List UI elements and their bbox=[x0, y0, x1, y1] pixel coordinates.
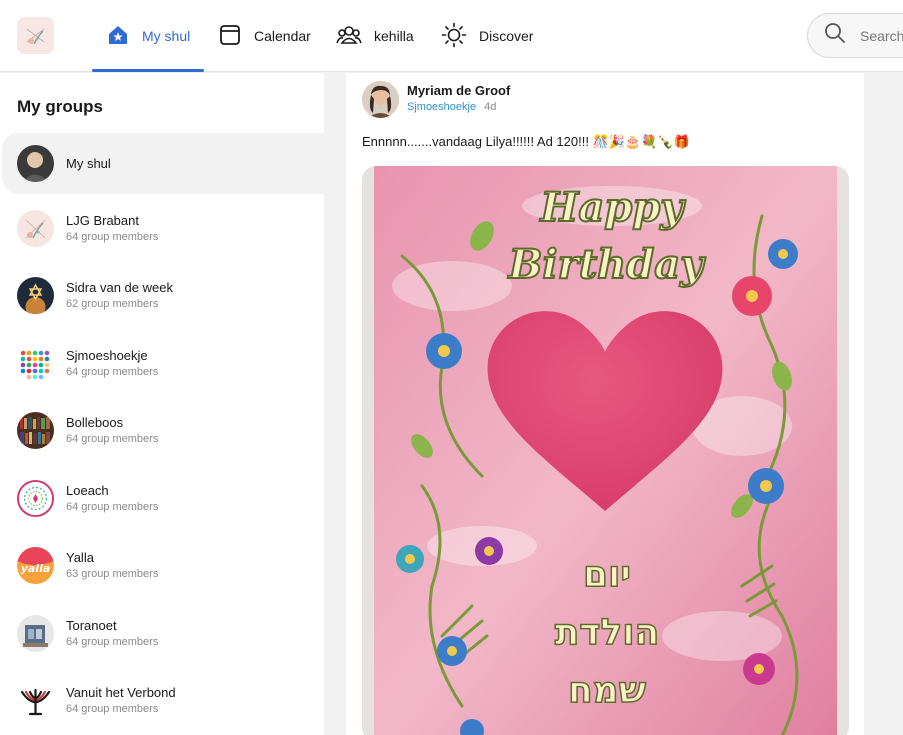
sidebar-title: My groups bbox=[17, 97, 103, 116]
group-name: Loeach bbox=[66, 483, 109, 498]
group-item-yalla[interactable]: yalla Yalla 63 group members bbox=[0, 537, 324, 593]
group-member-count: 63 group members bbox=[66, 568, 159, 580]
calendar-icon bbox=[218, 23, 242, 50]
group-name: Bolleboos bbox=[66, 415, 124, 430]
post-timestamp: 4d bbox=[484, 101, 497, 113]
nav-tab-label: kehilla bbox=[374, 28, 414, 44]
group-name: Toranoet bbox=[66, 618, 117, 633]
group-name: Vanuit het Verbond bbox=[66, 685, 176, 700]
nav-tab-kehilla[interactable]: kehilla bbox=[336, 0, 414, 72]
group-avatar bbox=[17, 276, 54, 314]
post-text: Ennnnn.......vandaag Lilya!!!!!! Ad 120!… bbox=[362, 134, 690, 149]
group-member-count: 64 group members bbox=[66, 636, 159, 648]
post-card: Myriam de Groof Sjmoeshoekje 4d Ennnnn..… bbox=[346, 73, 864, 735]
hebrew-line-1: יום bbox=[583, 554, 631, 595]
author-avatar[interactable] bbox=[362, 81, 399, 118]
post-image[interactable]: Happy Birthday יום הולדת שמח bbox=[362, 166, 849, 735]
search-icon bbox=[824, 22, 846, 49]
group-name: LJG Brabant bbox=[66, 213, 139, 228]
group-name: Sidra van de week bbox=[66, 280, 173, 295]
group-name: Yalla bbox=[66, 550, 94, 565]
group-item-ljg-brabant[interactable]: LJG Brabant 64 group members bbox=[0, 200, 324, 256]
group-item-loeach[interactable]: Loeach 64 group members bbox=[0, 470, 324, 526]
group-avatar bbox=[17, 209, 54, 247]
search-input[interactable] bbox=[860, 27, 903, 44]
group-member-count: 64 group members bbox=[66, 501, 159, 513]
sun-icon bbox=[441, 22, 467, 51]
post-author-name[interactable]: Myriam de Groof bbox=[407, 83, 510, 98]
hebrew-line-3: שמח bbox=[568, 670, 646, 711]
group-name: My shul bbox=[66, 156, 111, 171]
search-box[interactable] bbox=[807, 13, 903, 58]
groups-sidebar: My groups My shul LJG Brabant 64 group m… bbox=[0, 73, 326, 735]
group-avatar: yalla bbox=[17, 546, 54, 584]
group-avatar bbox=[17, 479, 54, 517]
group-avatar bbox=[17, 145, 54, 182]
group-item-toranoet[interactable]: Toranoet 64 group members bbox=[0, 605, 324, 661]
svg-text:yalla: yalla bbox=[21, 562, 51, 575]
group-avatar bbox=[17, 344, 54, 382]
group-avatar bbox=[17, 411, 54, 449]
nav-tab-label: Discover bbox=[479, 28, 534, 44]
nav-tab-label: My shul bbox=[142, 28, 191, 44]
post-group-link[interactable]: Sjmoeshoekje bbox=[407, 101, 476, 113]
top-navigation-bar: My shul Calendar kehilla Discover Search bbox=[0, 0, 903, 72]
hebrew-line-2: הולדת bbox=[555, 612, 660, 653]
post-meta: Sjmoeshoekje 4d bbox=[407, 101, 496, 113]
group-item-vanuit-het-verbond[interactable]: Vanuit het Verbond 64 group members bbox=[0, 672, 324, 728]
group-avatar bbox=[17, 681, 54, 719]
nav-tab-label: Calendar bbox=[254, 28, 311, 44]
group-item-bolleboos[interactable]: Bolleboos 64 group members bbox=[0, 402, 324, 458]
group-item-my-shul[interactable]: My shul bbox=[2, 133, 326, 194]
group-name: Sjmoeshoekje bbox=[66, 348, 148, 363]
group-item-sjmoeshoekje[interactable]: Sjmoeshoekje 64 group members bbox=[0, 335, 324, 391]
group-member-count: 64 group members bbox=[66, 703, 159, 715]
card-title-line-1: Happy bbox=[540, 184, 687, 231]
group-member-count: 64 group members bbox=[66, 366, 159, 378]
nav-tab-discover[interactable]: Discover bbox=[441, 0, 533, 72]
nav-tab-my-shul[interactable]: My shul bbox=[92, 0, 204, 72]
right-gutter bbox=[864, 73, 903, 735]
app-logo[interactable] bbox=[17, 17, 54, 54]
house-star-icon bbox=[106, 23, 130, 50]
card-title-line-2: Birthday bbox=[508, 241, 707, 288]
group-member-count: 64 group members bbox=[66, 231, 159, 243]
group-item-sidra-van-de-week[interactable]: Sidra van de week 62 group members bbox=[0, 267, 324, 323]
people-icon bbox=[336, 23, 362, 50]
group-avatar bbox=[17, 614, 54, 652]
group-member-count: 64 group members bbox=[66, 433, 159, 445]
group-member-count: 62 group members bbox=[66, 298, 159, 310]
nav-tab-calendar[interactable]: Calendar bbox=[218, 0, 311, 72]
active-tab-indicator bbox=[92, 69, 204, 72]
